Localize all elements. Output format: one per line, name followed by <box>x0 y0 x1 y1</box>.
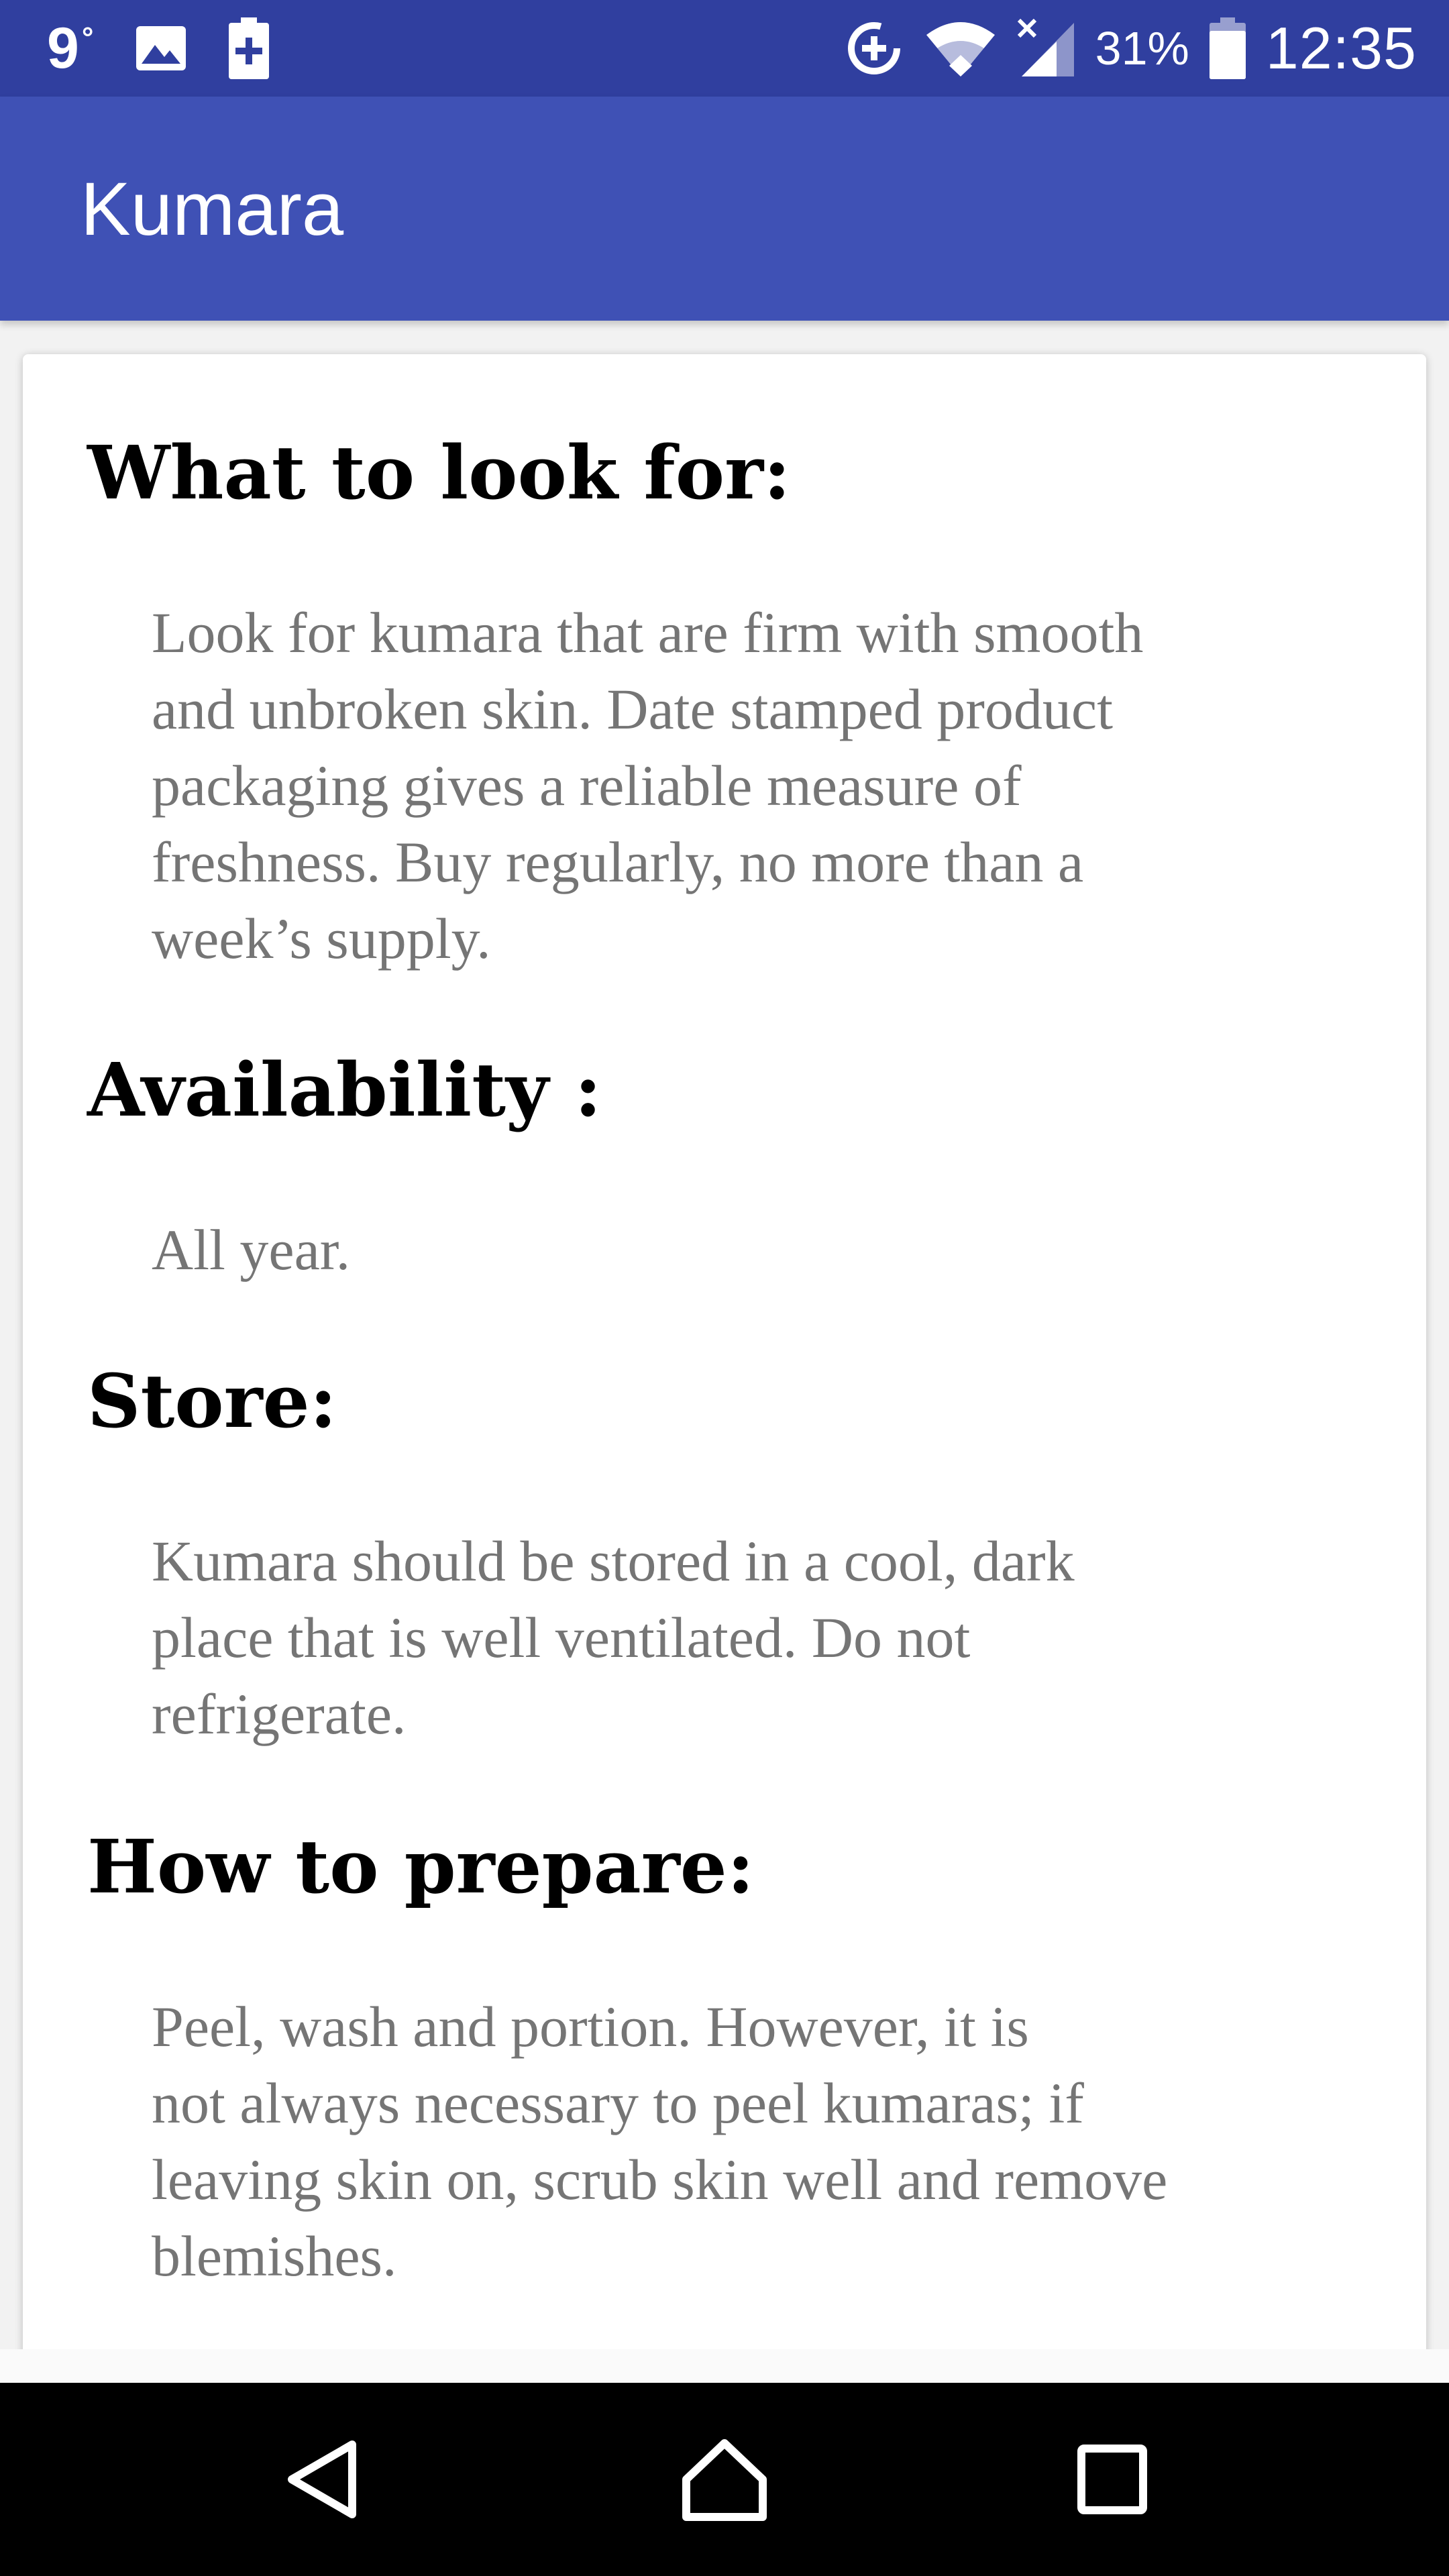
section-heading: What to look for: <box>87 429 791 516</box>
wifi-icon <box>926 22 995 76</box>
home-button[interactable] <box>637 2383 812 2576</box>
app-title: Kumara <box>80 166 344 251</box>
app-bar: Kumara <box>0 97 1449 321</box>
content-card[interactable]: What to look for: Look for kumara that a… <box>23 354 1426 2367</box>
navigation-bar <box>0 2383 1449 2576</box>
back-icon <box>288 2440 356 2518</box>
battery-icon <box>1209 17 1246 79</box>
bottom-strip <box>0 2349 1449 2383</box>
battery-saver-icon <box>229 17 270 79</box>
data-saver-icon <box>847 22 900 74</box>
status-right-icons: 31% 12:35 <box>845 0 1417 97</box>
back-button[interactable] <box>235 2383 409 2576</box>
battery-percent: 31% <box>1095 22 1189 74</box>
section-heading: Availability : <box>87 1046 602 1133</box>
temperature-value: 9 <box>47 16 79 80</box>
status-left-icons: 9° <box>47 0 270 97</box>
image-icon <box>136 26 186 70</box>
section-body: Peel, wash and portion. However, it is n… <box>152 1994 1168 2288</box>
signal-icon <box>1017 19 1074 76</box>
section-body: All year. <box>152 1218 351 1282</box>
section-body: Look for kumara that are firm with smoot… <box>152 600 1144 971</box>
recents-icon <box>1077 2445 1147 2514</box>
status-bar: 9° 31% 12:35 <box>0 0 1449 97</box>
section-heading: How to prepare: <box>87 1823 755 1910</box>
section-body: Kumara should be stored in a cool, dark … <box>152 1529 1075 1746</box>
degree-symbol: ° <box>81 21 94 54</box>
temperature-indicator: 9° <box>47 19 93 77</box>
clock: 12:35 <box>1265 15 1417 81</box>
section-heading: Store: <box>87 1358 337 1444</box>
home-icon <box>682 2439 767 2521</box>
recents-button[interactable] <box>1025 2383 1199 2576</box>
